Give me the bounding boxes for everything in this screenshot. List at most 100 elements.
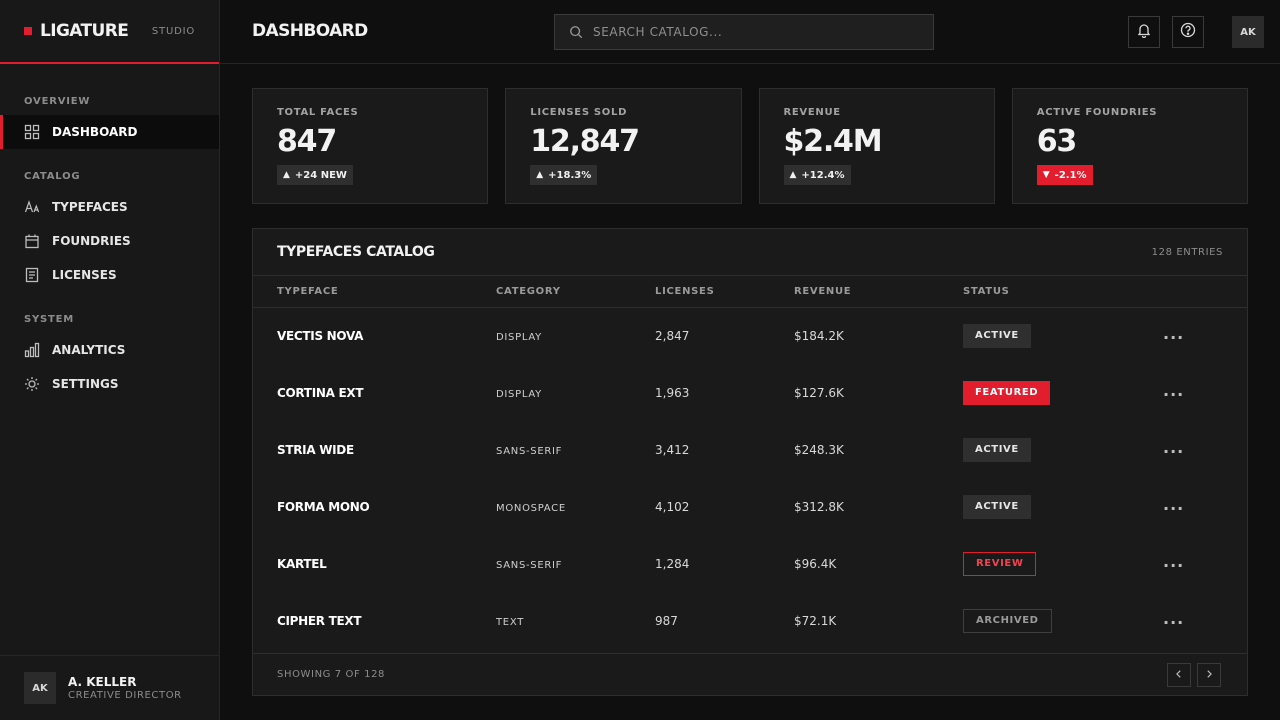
more-horizontal-icon[interactable]: ··· bbox=[1163, 438, 1183, 461]
typeface-category: MONOSPACE bbox=[496, 502, 566, 514]
help-button[interactable] bbox=[1172, 16, 1204, 48]
more-horizontal-icon[interactable]: ··· bbox=[1163, 609, 1183, 632]
help-icon bbox=[1180, 22, 1196, 42]
sidebar-item-label: FOUNDRIES bbox=[52, 234, 131, 248]
column-header-category[interactable]: CATEGORY bbox=[496, 276, 655, 308]
sidebar: LIGATURE STUDIO OVERVIEW DASHBOARD CATAL… bbox=[0, 0, 220, 720]
typeface-revenue: $127.6K bbox=[794, 385, 844, 400]
panel-header: TYPEFACES CATALOG 128 ENTRIES bbox=[253, 229, 1247, 276]
stat-value: 63 bbox=[1036, 124, 1078, 159]
table-footer: SHOWING 7 OF 128 bbox=[253, 653, 1247, 695]
stat-delta: ▼ -2.1% bbox=[1036, 165, 1093, 185]
typeface-name[interactable]: STRIA WIDE bbox=[277, 443, 354, 457]
column-header-licenses[interactable]: LICENSES bbox=[655, 276, 794, 308]
table-row[interactable]: CORTINA EXT DISPLAY 1,963 $127.6K FEATUR… bbox=[253, 364, 1247, 421]
search-box[interactable] bbox=[554, 14, 934, 50]
nav-section-overview: OVERVIEW DASHBOARD bbox=[0, 96, 219, 149]
status-badge: FEATURED bbox=[963, 380, 1051, 405]
sidebar-item-dashboard[interactable]: DASHBOARD bbox=[0, 115, 219, 149]
status-badge: REVIEW bbox=[963, 551, 1037, 576]
stat-label: LICENSES SOLD bbox=[530, 107, 628, 118]
triangle-up-icon: ▲ bbox=[283, 170, 290, 180]
typeface-category: SANS-SERIF bbox=[496, 445, 563, 457]
sidebar-item-label: LICENSES bbox=[52, 268, 117, 282]
avatar[interactable]: AK bbox=[1232, 16, 1264, 48]
brand-name: LIGATURE bbox=[40, 21, 129, 41]
stat-label: TOTAL FACES bbox=[277, 107, 359, 118]
stat-delta-text: +12.4% bbox=[801, 169, 845, 181]
more-horizontal-icon[interactable]: ··· bbox=[1163, 381, 1183, 404]
nav-heading: CATALOG bbox=[24, 171, 81, 182]
search-input[interactable] bbox=[593, 25, 913, 39]
stat-value: $2.4M bbox=[783, 124, 883, 159]
nav-section-catalog: CATALOG TYPEFACES FOUNDRIES LICENSES bbox=[0, 171, 219, 292]
typeface-name[interactable]: CORTINA EXT bbox=[277, 386, 364, 400]
page-title: DASHBOARD bbox=[252, 21, 368, 41]
sidebar-item-typefaces[interactable]: TYPEFACES bbox=[0, 190, 219, 224]
previous-page-button[interactable] bbox=[1167, 662, 1191, 687]
typeface-licenses: 2,847 bbox=[655, 328, 690, 343]
more-horizontal-icon[interactable]: ··· bbox=[1163, 324, 1183, 347]
nav-section-system: SYSTEM ANALYTICS SETTINGS bbox=[0, 314, 219, 401]
stat-label: REVENUE bbox=[783, 107, 841, 118]
sidebar-item-licenses[interactable]: LICENSES bbox=[0, 258, 219, 292]
nav-heading: OVERVIEW bbox=[24, 96, 91, 107]
typeface-name[interactable]: FORMA MONO bbox=[277, 500, 370, 514]
column-header-revenue[interactable]: REVENUE bbox=[794, 276, 963, 308]
typeface-revenue: $184.2K bbox=[794, 328, 844, 343]
typeface-name[interactable]: CIPHER TEXT bbox=[277, 614, 362, 628]
triangle-up-icon: ▲ bbox=[536, 170, 544, 180]
stat-delta: ▲ +24 NEW bbox=[277, 165, 353, 185]
sidebar-item-foundries[interactable]: FOUNDRIES bbox=[0, 224, 219, 258]
typeface-licenses: 1,963 bbox=[655, 385, 690, 400]
stat-delta-text: +24 NEW bbox=[294, 169, 347, 181]
column-header-typeface[interactable]: TYPEFACE bbox=[253, 276, 496, 308]
brand[interactable]: LIGATURE STUDIO bbox=[0, 0, 219, 64]
stat-delta-text: -2.1% bbox=[1054, 169, 1087, 181]
stats-row: TOTAL FACES 847 ▲ +24 NEW LICENSES SOLD 1… bbox=[252, 88, 1248, 204]
typeface-licenses: 3,412 bbox=[655, 442, 690, 457]
building-icon bbox=[24, 233, 40, 249]
stat-card-active-foundries: ACTIVE FOUNDRIES 63 ▼ -2.1% bbox=[1011, 88, 1248, 204]
notifications-button[interactable] bbox=[1128, 16, 1160, 48]
sidebar-item-analytics[interactable]: ANALYTICS bbox=[0, 333, 219, 367]
stat-card-revenue: REVENUE $2.4M ▲ +12.4% bbox=[758, 88, 995, 204]
panel-title: TYPEFACES CATALOG bbox=[277, 244, 435, 260]
avatar: AK bbox=[24, 672, 56, 704]
column-header-status[interactable]: STATUS bbox=[963, 276, 1163, 308]
table-row[interactable]: VECTIS NOVA DISPLAY 2,847 $184.2K ACTIVE… bbox=[253, 307, 1247, 364]
next-page-button[interactable] bbox=[1197, 662, 1221, 687]
stat-delta-text: +18.3% bbox=[548, 169, 592, 181]
top-header: DASHBOARD AK bbox=[220, 0, 1280, 64]
user-profile[interactable]: AK A. KELLER CREATIVE DIRECTOR bbox=[0, 655, 219, 720]
sidebar-item-label: DASHBOARD bbox=[52, 125, 138, 139]
typeface-name[interactable]: VECTIS NOVA bbox=[277, 329, 363, 343]
brand-subtitle: STUDIO bbox=[151, 25, 195, 37]
stat-card-total-faces: TOTAL FACES 847 ▲ +24 NEW bbox=[252, 88, 489, 204]
typeface-licenses: 4,102 bbox=[655, 499, 690, 514]
chevron-left-icon bbox=[1174, 668, 1184, 682]
typeface-revenue: $72.1K bbox=[794, 613, 837, 628]
typeface-name[interactable]: KARTEL bbox=[277, 557, 327, 571]
table-row[interactable]: FORMA MONO MONOSPACE 4,102 $312.8K ACTIV… bbox=[253, 478, 1247, 535]
grid-icon bbox=[24, 124, 40, 140]
more-horizontal-icon[interactable]: ··· bbox=[1163, 552, 1183, 575]
entry-count: 128 ENTRIES bbox=[1151, 246, 1223, 258]
triangle-down-icon: ▼ bbox=[1042, 170, 1050, 180]
more-horizontal-icon[interactable]: ··· bbox=[1163, 495, 1183, 518]
bar-chart-icon bbox=[24, 342, 40, 358]
status-badge: ARCHIVED bbox=[963, 608, 1052, 633]
typeface-category: DISPLAY bbox=[496, 388, 542, 400]
table-row[interactable]: CIPHER TEXT TEXT 987 $72.1K ARCHIVED ··· bbox=[253, 592, 1247, 649]
stat-delta: ▲ +12.4% bbox=[783, 165, 851, 185]
typeface-licenses: 987 bbox=[655, 613, 678, 628]
table-row[interactable]: KARTEL SANS-SERIF 1,284 $96.4K REVIEW ··… bbox=[253, 535, 1247, 592]
sidebar-item-settings[interactable]: SETTINGS bbox=[0, 367, 219, 401]
nav-heading: SYSTEM bbox=[24, 314, 75, 325]
user-name: A. KELLER bbox=[68, 675, 137, 689]
stat-delta: ▲ +18.3% bbox=[530, 165, 598, 185]
table-header-row: TYPEFACE CATEGORY LICENSES REVENUE STATU… bbox=[253, 276, 1247, 308]
pagination bbox=[1167, 662, 1221, 687]
table-row[interactable]: STRIA WIDE SANS-SERIF 3,412 $248.3K ACTI… bbox=[253, 421, 1247, 478]
typeface-licenses: 1,284 bbox=[655, 556, 690, 571]
